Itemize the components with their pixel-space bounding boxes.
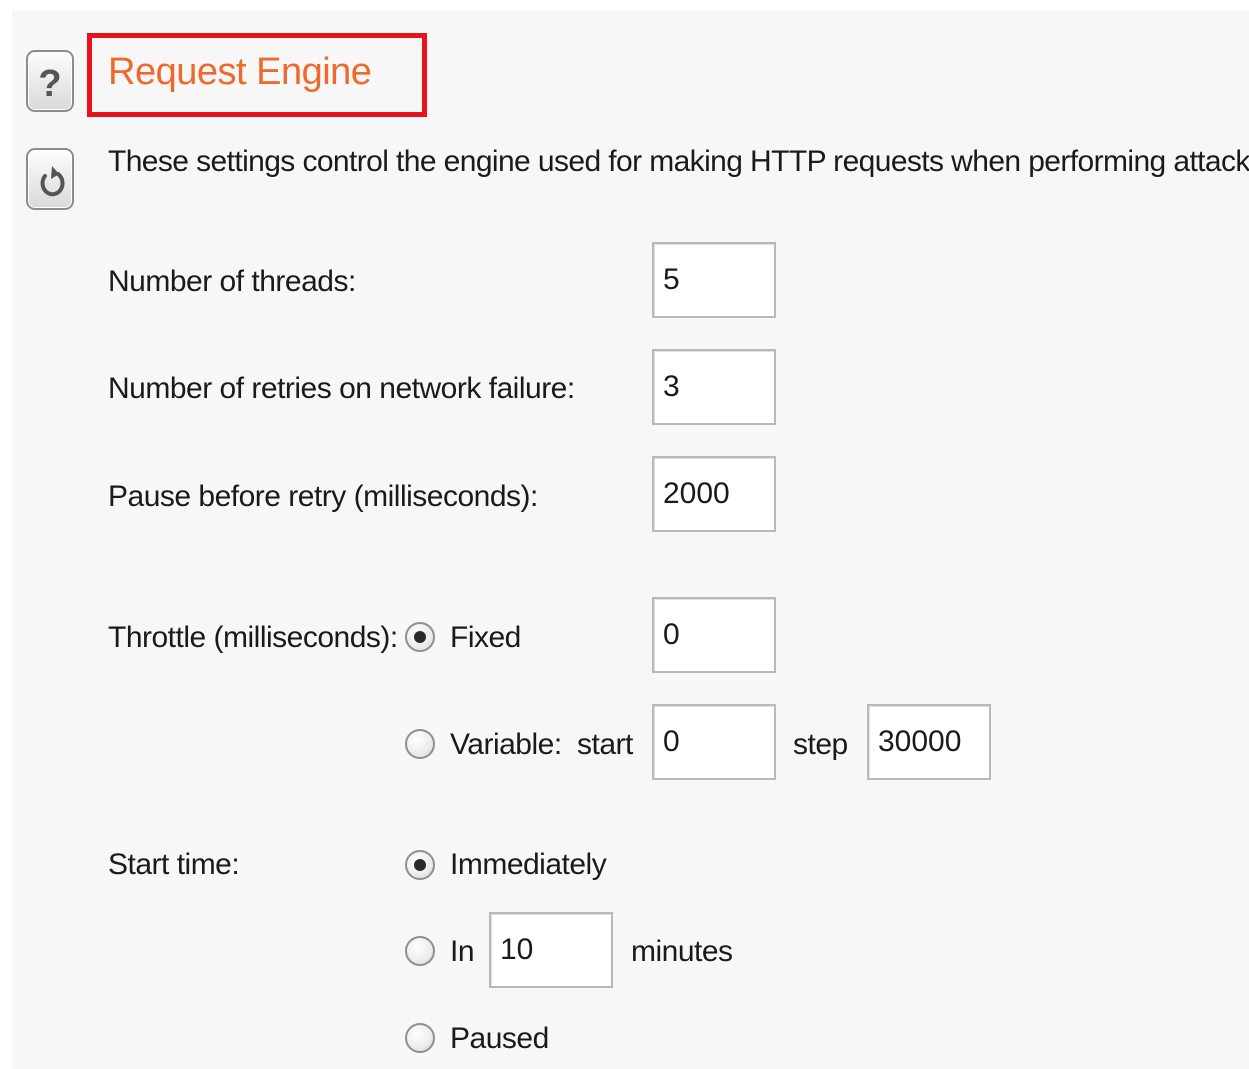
section-title: Request Engine xyxy=(108,51,372,93)
pause-input[interactable] xyxy=(652,456,776,532)
throttle-step-input[interactable] xyxy=(867,704,991,780)
start-immediately-radio[interactable] xyxy=(405,850,435,880)
threads-input[interactable] xyxy=(652,242,776,318)
minutes-unit-label: minutes xyxy=(631,935,733,968)
threads-label: Number of threads: xyxy=(108,265,356,298)
throttle-label: Throttle (milliseconds): xyxy=(108,621,398,654)
throttle-step-label: step xyxy=(793,728,848,761)
throttle-start-label: start xyxy=(577,728,633,761)
start-time-label: Start time: xyxy=(108,848,240,881)
svg-text:?: ? xyxy=(38,63,61,105)
radio-selected-dot xyxy=(414,631,426,643)
start-immediately-label[interactable]: Immediately xyxy=(450,845,607,885)
start-in-minutes-input[interactable] xyxy=(489,912,613,988)
restore-icon xyxy=(40,166,65,197)
section-description: These settings control the engine used f… xyxy=(108,145,1249,178)
retries-label: Number of retries on network failure: xyxy=(108,372,575,405)
question-mark-icon: ? xyxy=(38,63,61,105)
radio-selected-dot xyxy=(414,859,426,871)
help-button[interactable]: ? xyxy=(26,50,74,112)
restore-defaults-button[interactable] xyxy=(26,148,74,210)
start-paused-radio[interactable] xyxy=(405,1023,435,1053)
start-paused-label[interactable]: Paused xyxy=(450,1019,549,1059)
throttle-start-input[interactable] xyxy=(652,704,776,780)
throttle-variable-label[interactable]: Variable: xyxy=(450,725,562,765)
start-in-label[interactable]: In xyxy=(450,932,475,972)
throttle-fixed-radio[interactable] xyxy=(405,622,435,652)
retries-input[interactable] xyxy=(652,349,776,425)
start-in-radio[interactable] xyxy=(405,936,435,966)
throttle-fixed-input[interactable] xyxy=(652,597,776,673)
pause-label: Pause before retry (milliseconds): xyxy=(108,480,538,513)
throttle-fixed-label[interactable]: Fixed xyxy=(450,618,521,658)
throttle-variable-radio[interactable] xyxy=(405,729,435,759)
